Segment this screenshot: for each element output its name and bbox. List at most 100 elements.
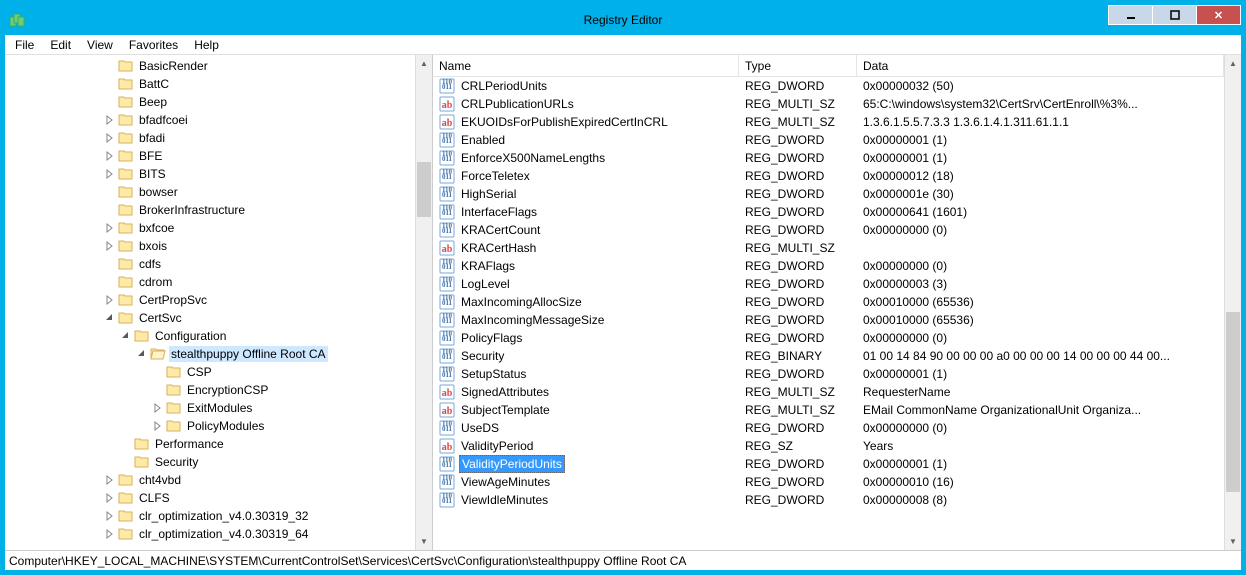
tree-item[interactable]: Performance — [7, 435, 415, 453]
tree-item[interactable]: stealthpuppy Offline Root CA — [7, 345, 415, 363]
tree-item[interactable]: BITS — [7, 165, 415, 183]
minimize-button[interactable] — [1108, 5, 1153, 25]
expand-icon[interactable] — [103, 239, 117, 253]
tree-item[interactable]: CertSvc — [7, 309, 415, 327]
value-data: 0x00000001 (1) — [857, 366, 1224, 382]
reg-string-icon — [439, 240, 455, 256]
value-row[interactable]: CRLPublicationURLsREG_MULTI_SZ65:C:\wind… — [433, 95, 1224, 113]
tree-item[interactable]: bfadfcoei — [7, 111, 415, 129]
tree-label: BattC — [137, 76, 171, 92]
value-row[interactable]: SecurityREG_BINARY01 00 14 84 90 00 00 0… — [433, 347, 1224, 365]
value-row[interactable]: UseDSREG_DWORD0x00000000 (0) — [433, 419, 1224, 437]
expand-icon[interactable] — [103, 293, 117, 307]
collapse-icon[interactable] — [103, 311, 117, 325]
scroll-down-icon[interactable]: ▼ — [416, 533, 432, 550]
tree-item[interactable]: clr_optimization_v4.0.30319_32 — [7, 507, 415, 525]
scroll-thumb[interactable] — [1226, 312, 1240, 492]
value-row[interactable]: ValidityPeriodUnitsREG_DWORD0x00000001 (… — [433, 455, 1224, 473]
value-row[interactable]: LogLevelREG_DWORD0x00000003 (3) — [433, 275, 1224, 293]
value-row[interactable]: KRACertHashREG_MULTI_SZ — [433, 239, 1224, 257]
expand-icon[interactable] — [151, 419, 165, 433]
tree-item[interactable]: cdfs — [7, 255, 415, 273]
value-data: 65:C:\windows\system32\CertSrv\CertEnrol… — [857, 96, 1224, 112]
tree-item[interactable]: bxfcoe — [7, 219, 415, 237]
reg-binary-icon — [439, 366, 455, 382]
expand-icon[interactable] — [103, 527, 117, 541]
tree-item[interactable]: cht4vbd — [7, 471, 415, 489]
tree-item[interactable]: ExitModules — [7, 399, 415, 417]
tree-item[interactable]: Beep — [7, 93, 415, 111]
value-row[interactable]: MaxIncomingMessageSizeREG_DWORD0x0001000… — [433, 311, 1224, 329]
value-row[interactable]: CRLPeriodUnitsREG_DWORD0x00000032 (50) — [433, 77, 1224, 95]
value-name: UseDS — [459, 420, 501, 436]
tree-item[interactable]: Security — [7, 453, 415, 471]
value-row[interactable]: ViewIdleMinutesREG_DWORD0x00000008 (8) — [433, 491, 1224, 509]
value-row[interactable]: HighSerialREG_DWORD0x0000001e (30) — [433, 185, 1224, 203]
expand-icon[interactable] — [103, 473, 117, 487]
value-row[interactable]: SignedAttributesREG_MULTI_SZRequesterNam… — [433, 383, 1224, 401]
value-row[interactable]: EnforceX500NameLengthsREG_DWORD0x0000000… — [433, 149, 1224, 167]
tree-item[interactable]: EncryptionCSP — [7, 381, 415, 399]
tree-item[interactable]: CSP — [7, 363, 415, 381]
tree-item[interactable]: BattC — [7, 75, 415, 93]
value-row[interactable]: KRACertCountREG_DWORD0x00000000 (0) — [433, 221, 1224, 239]
expand-icon[interactable] — [103, 167, 117, 181]
expand-icon[interactable] — [103, 131, 117, 145]
collapse-icon[interactable] — [119, 329, 133, 343]
value-row[interactable]: ViewAgeMinutesREG_DWORD0x00000010 (16) — [433, 473, 1224, 491]
folder-icon — [118, 292, 134, 308]
menu-edit[interactable]: Edit — [42, 36, 79, 54]
value-row[interactable]: InterfaceFlagsREG_DWORD0x00000641 (1601) — [433, 203, 1224, 221]
value-row[interactable]: SubjectTemplateREG_MULTI_SZEMail CommonN… — [433, 401, 1224, 419]
tree-item[interactable]: BasicRender — [7, 57, 415, 75]
value-row[interactable]: ForceTeletexREG_DWORD0x00000012 (18) — [433, 167, 1224, 185]
menu-view[interactable]: View — [79, 36, 121, 54]
value-row[interactable]: EKUOIDsForPublishExpiredCertInCRLREG_MUL… — [433, 113, 1224, 131]
expand-icon[interactable] — [103, 509, 117, 523]
tree-item[interactable]: bxois — [7, 237, 415, 255]
column-header-data[interactable]: Data — [857, 55, 1224, 76]
close-button[interactable]: ✕ — [1196, 5, 1241, 25]
value-row[interactable]: EnabledREG_DWORD0x00000001 (1) — [433, 131, 1224, 149]
tree-item[interactable]: bfadi — [7, 129, 415, 147]
tree-item[interactable]: clr_optimization_v4.0.30319_64 — [7, 525, 415, 543]
value-row[interactable]: PolicyFlagsREG_DWORD0x00000000 (0) — [433, 329, 1224, 347]
tree-item[interactable]: bowser — [7, 183, 415, 201]
tree-item[interactable]: Configuration — [7, 327, 415, 345]
folder-icon — [118, 526, 134, 542]
tree-label: PolicyModules — [185, 418, 266, 434]
column-header-name[interactable]: Name — [433, 55, 739, 76]
tree-item[interactable]: CertPropSvc — [7, 291, 415, 309]
value-name: ForceTeletex — [459, 168, 532, 184]
maximize-button[interactable] — [1152, 5, 1197, 25]
value-row[interactable]: MaxIncomingAllocSizeREG_DWORD0x00010000 … — [433, 293, 1224, 311]
collapse-icon[interactable] — [135, 347, 149, 361]
scroll-up-icon[interactable]: ▲ — [416, 55, 432, 72]
expand-icon[interactable] — [151, 401, 165, 415]
expand-icon[interactable] — [103, 113, 117, 127]
tree-label: cdrom — [137, 274, 174, 290]
menu-favorites[interactable]: Favorites — [121, 36, 186, 54]
expand-icon[interactable] — [103, 149, 117, 163]
scroll-up-icon[interactable]: ▲ — [1225, 55, 1241, 72]
value-row[interactable]: KRAFlagsREG_DWORD0x00000000 (0) — [433, 257, 1224, 275]
tree-item[interactable]: BrokerInfrastructure — [7, 201, 415, 219]
scroll-down-icon[interactable]: ▼ — [1225, 533, 1241, 550]
value-row[interactable]: ValidityPeriodREG_SZYears — [433, 437, 1224, 455]
tree-item[interactable]: PolicyModules — [7, 417, 415, 435]
menu-file[interactable]: File — [7, 36, 42, 54]
tree-scrollbar[interactable]: ▲ ▼ — [415, 55, 432, 550]
menu-help[interactable]: Help — [186, 36, 227, 54]
expand-icon[interactable] — [103, 221, 117, 235]
tree-item[interactable]: BFE — [7, 147, 415, 165]
value-row[interactable]: SetupStatusREG_DWORD0x00000001 (1) — [433, 365, 1224, 383]
expand-icon[interactable] — [103, 491, 117, 505]
scroll-thumb[interactable] — [417, 162, 431, 217]
tree-item[interactable]: CLFS — [7, 489, 415, 507]
folder-icon — [118, 202, 134, 218]
tree-item[interactable]: cdrom — [7, 273, 415, 291]
column-header-type[interactable]: Type — [739, 55, 857, 76]
list-scrollbar[interactable]: ▲ ▼ — [1224, 55, 1241, 550]
value-name: LogLevel — [459, 276, 512, 292]
value-data: 0x00000008 (8) — [857, 492, 1224, 508]
